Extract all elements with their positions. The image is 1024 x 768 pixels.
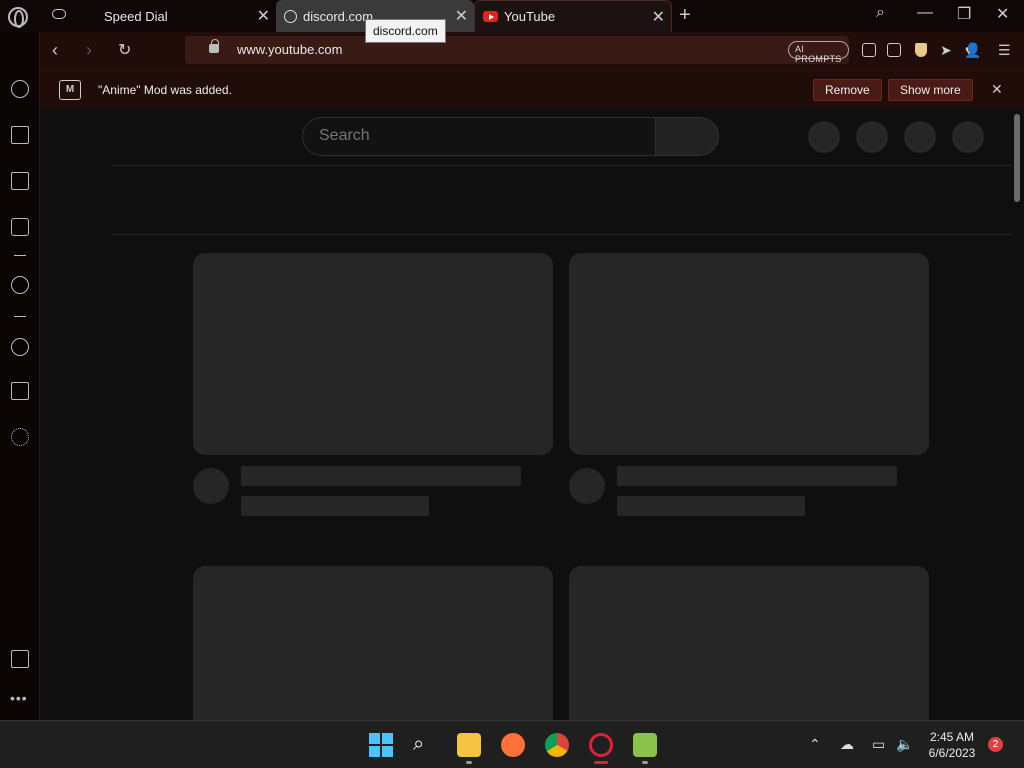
windows-taskbar: ⌕ ⌃ ☁ ▭ 🔈 2:45 AM 6/6/2023 2 bbox=[0, 720, 1024, 768]
close-notification-icon[interactable]: ✕ bbox=[991, 81, 1003, 98]
tab-label: YouTube bbox=[504, 9, 556, 24]
profile-icon[interactable]: 👤 bbox=[964, 42, 981, 59]
sidebar-divider bbox=[14, 255, 26, 256]
mod-chip-icon: M bbox=[59, 80, 81, 100]
close-tab-icon[interactable]: ✕ bbox=[455, 6, 468, 26]
running-indicator bbox=[642, 761, 648, 764]
mod-added-notification: M "Anime" Mod was added. Remove Show mor… bbox=[40, 70, 1024, 108]
video-thumbnail-skeleton[interactable] bbox=[193, 253, 553, 455]
reload-icon[interactable]: ↻ bbox=[118, 40, 131, 60]
pencil-edit-icon[interactable] bbox=[862, 43, 876, 57]
history-clock-icon[interactable] bbox=[11, 338, 29, 356]
channel-avatar-skeleton bbox=[193, 468, 229, 504]
player-icon[interactable] bbox=[11, 276, 29, 294]
file-explorer-icon[interactable] bbox=[457, 733, 481, 757]
easy-setup-icon[interactable]: ☰ bbox=[998, 42, 1011, 59]
url-text[interactable]: www.youtube.com bbox=[237, 42, 343, 57]
scrollbar-thumb[interactable] bbox=[1014, 114, 1020, 202]
video-thumbnail-skeleton[interactable] bbox=[193, 566, 553, 720]
active-indicator bbox=[594, 761, 608, 764]
globe-icon bbox=[284, 9, 297, 23]
address-bar[interactable]: www.youtube.com AI PROMPTS ➤ ♥ bbox=[185, 36, 973, 64]
remove-button[interactable]: Remove bbox=[813, 79, 882, 101]
header-icon-placeholder[interactable] bbox=[856, 121, 888, 153]
camera-snapshot-icon[interactable] bbox=[887, 43, 901, 57]
tab-label: discord.com bbox=[303, 8, 374, 24]
vpn-shield-icon[interactable] bbox=[915, 43, 927, 57]
tab-youtube[interactable]: YouTube ✕ bbox=[474, 0, 672, 32]
header-icon-placeholder[interactable] bbox=[904, 121, 936, 153]
search-icon[interactable]: ⌕ bbox=[413, 733, 437, 757]
title-skeleton bbox=[241, 466, 521, 486]
gamepad-icon[interactable] bbox=[52, 9, 66, 19]
send-flow-icon[interactable]: ➤ bbox=[940, 42, 952, 59]
search-box[interactable] bbox=[302, 117, 656, 156]
youtube-page bbox=[40, 108, 1012, 720]
notification-text: "Anime" Mod was added. bbox=[98, 83, 232, 97]
settings-gear-icon[interactable] bbox=[11, 428, 29, 446]
opera-gx-icon[interactable] bbox=[589, 733, 613, 757]
more-dots-icon[interactable]: ••• bbox=[10, 690, 28, 706]
page-scrollbar[interactable] bbox=[1012, 108, 1024, 720]
mods-icon[interactable] bbox=[11, 218, 29, 236]
window-close-icon[interactable]: ✕ bbox=[996, 4, 1009, 24]
new-tab-plus-icon[interactable]: + bbox=[679, 4, 691, 27]
windows-start-icon[interactable] bbox=[369, 733, 393, 757]
video-thumbnail-skeleton[interactable] bbox=[569, 566, 929, 720]
tab-strip: Speed Dial ✕ discord.com ✕ YouTube ✕ + ⌕… bbox=[0, 0, 1024, 32]
back-arrow-icon[interactable]: ‹ bbox=[52, 40, 58, 61]
ai-prompts-button[interactable]: AI PROMPTS bbox=[788, 41, 849, 64]
tab-tooltip: discord.com bbox=[365, 19, 446, 43]
show-more-button[interactable]: Show more bbox=[888, 79, 973, 101]
onedrive-offline-icon[interactable]: ☁ bbox=[840, 736, 854, 753]
tab-label: Speed Dial bbox=[104, 8, 168, 24]
twitch-icon[interactable] bbox=[11, 172, 29, 190]
network-icon[interactable]: ▭ bbox=[872, 736, 885, 753]
chevron-up-icon[interactable]: ⌃ bbox=[809, 736, 821, 753]
header-divider bbox=[112, 165, 1012, 166]
meta-skeleton bbox=[241, 496, 429, 516]
screen: Speed Dial ✕ discord.com ✕ YouTube ✕ + ⌕… bbox=[0, 0, 1024, 768]
search-input[interactable] bbox=[319, 127, 619, 145]
header-icon-placeholder[interactable] bbox=[808, 121, 840, 153]
speed-dial-grid-icon bbox=[86, 10, 98, 22]
gx-corner-icon[interactable] bbox=[11, 126, 29, 144]
forward-arrow-icon[interactable]: › bbox=[86, 40, 92, 61]
title-skeleton bbox=[617, 466, 897, 486]
clock[interactable]: 2:45 AM 6/6/2023 bbox=[922, 729, 982, 761]
meta-skeleton bbox=[617, 496, 805, 516]
tab-search-icon[interactable]: ⌕ bbox=[876, 4, 885, 22]
search-button[interactable] bbox=[655, 117, 719, 156]
clock-time: 2:45 AM bbox=[929, 730, 975, 744]
close-tab-icon[interactable]: ✕ bbox=[652, 7, 665, 27]
restore-icon[interactable]: ❐ bbox=[957, 4, 971, 24]
youtube-icon bbox=[483, 11, 498, 22]
wallpaper-image-icon[interactable] bbox=[11, 650, 29, 668]
chips-divider bbox=[112, 234, 1012, 235]
notification-badge[interactable]: 2 bbox=[988, 737, 1003, 752]
minimize-icon[interactable]: — bbox=[917, 4, 933, 22]
close-tab-icon[interactable]: ✕ bbox=[257, 6, 270, 26]
channel-avatar-skeleton bbox=[569, 468, 605, 504]
clock-date: 6/6/2023 bbox=[928, 746, 976, 760]
video-thumbnail-skeleton[interactable] bbox=[569, 253, 929, 455]
sidebar-divider bbox=[14, 316, 26, 317]
notepad-plus-icon[interactable] bbox=[633, 733, 657, 757]
opera-sidebar: ••• bbox=[0, 32, 40, 720]
opera-menu-icon[interactable] bbox=[8, 7, 28, 28]
lock-icon[interactable] bbox=[209, 39, 219, 53]
header-icon-placeholder[interactable] bbox=[952, 121, 984, 153]
chrome-icon[interactable] bbox=[545, 733, 569, 757]
tab-speed-dial[interactable]: Speed Dial ✕ bbox=[80, 0, 276, 32]
firefox-icon[interactable] bbox=[501, 733, 525, 757]
running-indicator bbox=[466, 761, 472, 764]
extensions-cube-icon[interactable] bbox=[11, 382, 29, 400]
volume-icon[interactable]: 🔈 bbox=[896, 736, 913, 753]
speedometer-icon[interactable] bbox=[11, 80, 29, 98]
